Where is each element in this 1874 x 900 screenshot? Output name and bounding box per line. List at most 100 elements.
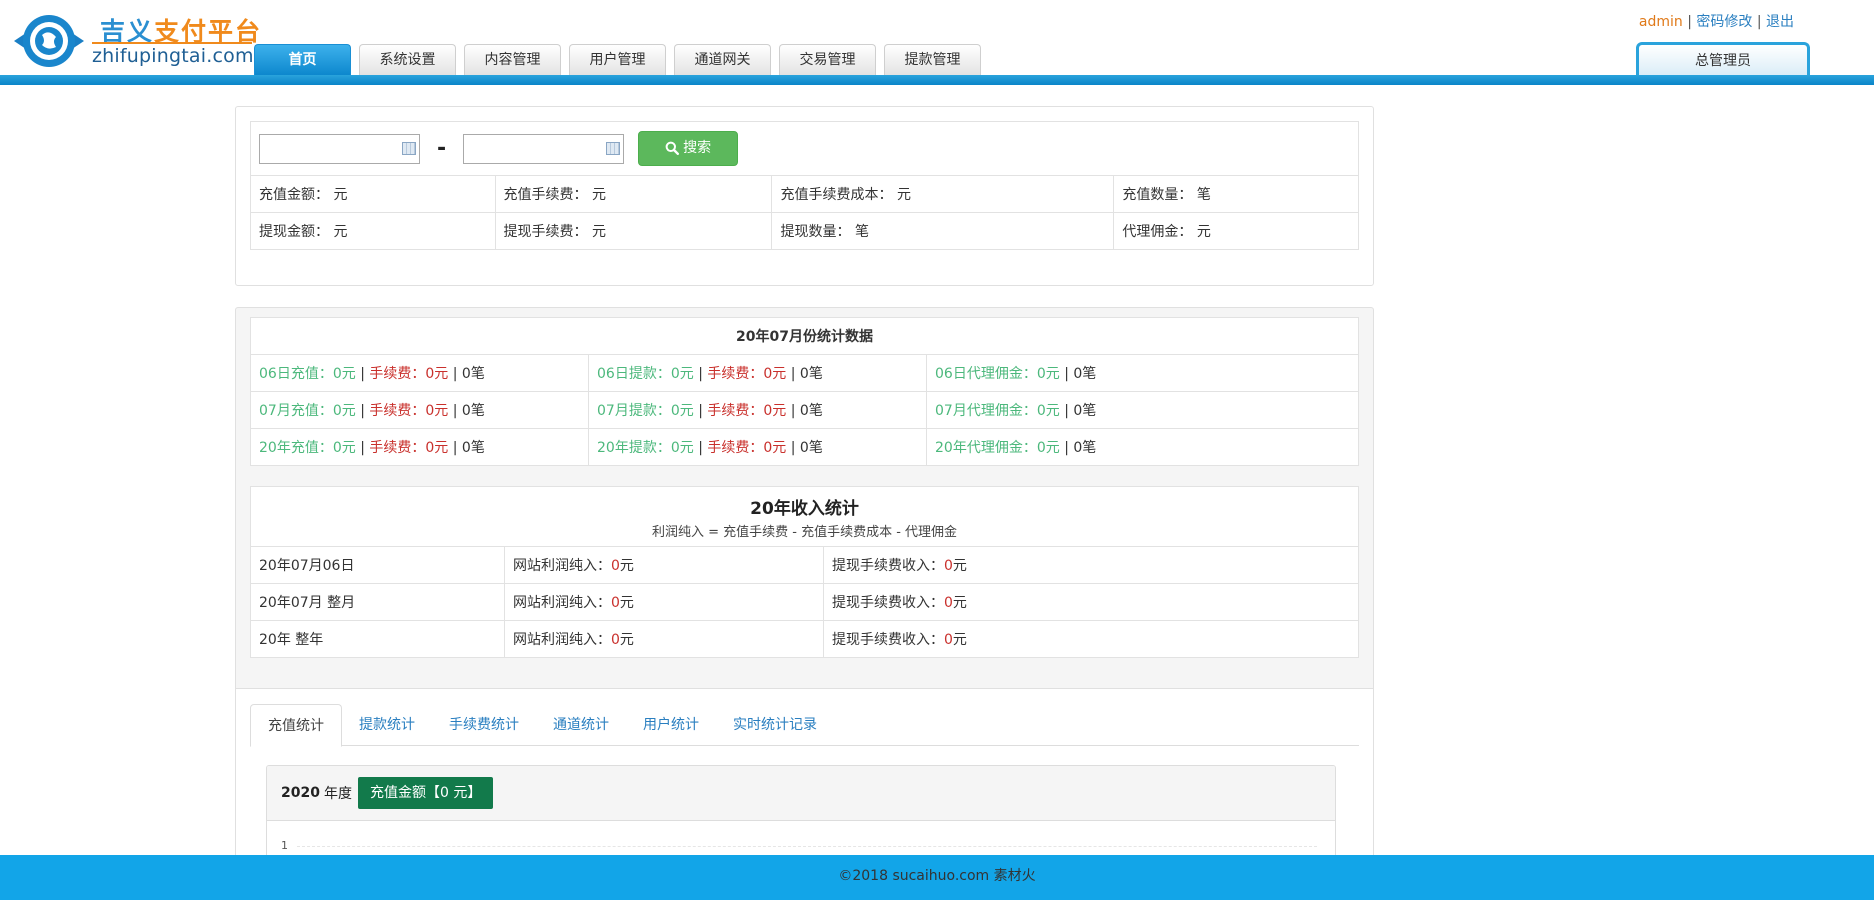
y-axis-tick: 1 [281, 839, 288, 852]
count-value: 0笔 [461, 366, 485, 382]
brand-url: zhifupingtai.com [92, 42, 253, 67]
summary-unit: 元 [333, 224, 348, 240]
top-links: admin | 密码修改 | 退出 [1639, 11, 1794, 31]
income-stats-table: 20年收入统计 利润纯入 = 充值手续费 - 充值手续费成本 - 代理佣金 20… [250, 486, 1359, 658]
separator: | [1682, 14, 1697, 30]
summary-label: 提现金额： [259, 224, 329, 240]
count-value: 0笔 [461, 403, 485, 419]
search-bar: - 搜索 [250, 121, 1359, 176]
logo-emblem-icon [14, 15, 84, 67]
stat-tab[interactable]: 用户统计 [626, 704, 716, 746]
recharge-amount-button[interactable]: 充值金额【0 元】 [357, 777, 494, 809]
calendar-icon[interactable] [606, 141, 621, 155]
withdraw-label: 06日提款： [597, 366, 671, 382]
income-row: 20年07月 整月 网站利润纯入：0元 提现手续费收入：0元 [250, 583, 1359, 621]
stat-tab[interactable]: 实时统计记录 [716, 704, 834, 746]
stat-tab[interactable]: 通道统计 [536, 704, 626, 746]
monthly-stats-cell: 20年充值：0元 | 手续费：0元 | 0笔 [250, 428, 589, 466]
monthly-stats-cell: 07月代理佣金：0元 | 0笔 [926, 391, 1359, 429]
nav-tab[interactable]: 首页 [254, 44, 351, 76]
monthly-stats-row: 07月充值：0元 | 手续费：0元 | 0笔 07月提款：0元 | 手续费：0元 … [250, 391, 1359, 429]
nav-tab[interactable]: 用户管理 [569, 44, 666, 75]
income-profit-cell: 网站利润纯入：0元 [504, 583, 824, 621]
profit-unit: 元 [619, 558, 634, 574]
count-value: 0笔 [1073, 440, 1097, 456]
fee-value: 0元 [425, 403, 449, 419]
chart-header: 2020 年度 充值金额【0 元】 [267, 766, 1335, 821]
count-value: 0笔 [799, 440, 823, 456]
change-password-link[interactable]: 密码修改 [1696, 14, 1752, 30]
income-profit-cell: 网站利润纯入：0元 [504, 546, 824, 584]
income-row: 20年 整年 网站利润纯入：0元 提现手续费收入：0元 [250, 620, 1359, 658]
date-range-dash: - [437, 136, 447, 161]
profit-label: 网站利润纯入： [513, 595, 611, 611]
summary-table: - 搜索 充值金额： 元充值手续费： 元充值手续费成本： 元充值数量： 笔提现金… [250, 121, 1359, 250]
summary-unit: 元 [1196, 224, 1211, 240]
summary-unit: 元 [591, 187, 606, 203]
withdraw-value: 0元 [670, 440, 694, 456]
profit-label: 网站利润纯入： [513, 632, 611, 648]
search-icon [665, 141, 680, 156]
header: 吉义支付平台 zhifupingtai.com 首页 系统设置 内容管理 用户管理 通道… [0, 0, 1874, 85]
fee-label: 手续费： [707, 440, 764, 456]
summary-unit: 元 [896, 187, 911, 203]
withdraw-value: 0元 [670, 403, 694, 419]
fee-income-label: 提现手续费收入： [832, 632, 944, 648]
fee-income-label: 提现手续费收入： [832, 595, 944, 611]
income-title: 20年收入统计 [750, 498, 859, 519]
profit-value: 0 [611, 632, 620, 648]
income-fee-cell: 提现手续费收入：0元 [823, 620, 1359, 658]
summary-cell: 充值手续费成本： 元 [771, 175, 1115, 213]
income-header: 20年收入统计 利润纯入 = 充值手续费 - 充值手续费成本 - 代理佣金 [250, 486, 1359, 547]
fee-income-unit: 元 [952, 595, 967, 611]
summary-cell: 代理佣金： 元 [1113, 212, 1359, 250]
commission-value: 0元 [1036, 366, 1060, 382]
count-value: 0笔 [461, 440, 485, 456]
fee-value: 0元 [763, 440, 787, 456]
nav-tab[interactable]: 内容管理 [464, 44, 561, 75]
fee-income-unit: 元 [952, 632, 967, 648]
summary-cell: 提现数量： 笔 [771, 212, 1115, 250]
monthly-stats-cell: 20年代理佣金：0元 | 0笔 [926, 428, 1359, 466]
monthly-stats-cell: 07月充值：0元 | 手续费：0元 | 0笔 [250, 391, 589, 429]
calendar-icon[interactable] [402, 141, 416, 155]
commission-label: 06日代理佣金： [935, 366, 1037, 382]
summary-label: 提现手续费： [503, 224, 588, 240]
summary-cell: 充值数量： 笔 [1113, 175, 1359, 213]
nav-tab[interactable]: 通道网关 [674, 44, 771, 75]
stat-tab[interactable]: 手续费统计 [432, 704, 536, 746]
stat-tab[interactable]: 提款统计 [342, 704, 432, 746]
current-user-link[interactable]: admin [1639, 14, 1683, 30]
fee-income-unit: 元 [952, 558, 967, 574]
logo[interactable]: 吉义支付平台 zhifupingtai.com [8, 8, 260, 72]
header-blue-bar [0, 75, 1874, 85]
role-tab[interactable]: 总管理员 [1636, 42, 1810, 77]
count-value: 0笔 [799, 403, 823, 419]
fee-income-value: 0 [944, 632, 953, 648]
monthly-stats-table: 20年07月份统计数据 06日充值：0元 | 手续费：0元 | 0笔 06日提款：… [250, 317, 1359, 466]
commission-label: 20年代理佣金： [935, 440, 1037, 456]
stat-tab[interactable]: 充值统计 [250, 704, 342, 747]
income-row: 20年07月06日 网站利润纯入：0元 提现手续费收入：0元 [250, 546, 1359, 584]
fee-label: 手续费： [707, 403, 764, 419]
nav-tab[interactable]: 提款管理 [884, 44, 981, 75]
commission-value: 0元 [1036, 440, 1060, 456]
income-period: 20年07月 整月 [250, 583, 505, 621]
income-fee-cell: 提现手续费收入：0元 [823, 546, 1359, 584]
start-date-input[interactable] [259, 133, 420, 164]
summary-label: 充值手续费： [503, 187, 588, 203]
logout-link[interactable]: 退出 [1766, 14, 1794, 30]
search-button[interactable]: 搜索 [638, 131, 739, 166]
search-panel: - 搜索 充值金额： 元充值手续费： 元充值手续费成本： 元充值数量： 笔提现金… [235, 106, 1374, 286]
chart-year: 2020 [281, 785, 320, 801]
end-date-input[interactable] [463, 133, 625, 164]
profit-value: 0 [611, 558, 620, 574]
chart-gridline [297, 846, 1317, 847]
nav-tab[interactable]: 系统设置 [359, 44, 456, 75]
recharge-value: 0元 [332, 403, 356, 419]
fee-label: 手续费： [369, 366, 426, 382]
nav-tab[interactable]: 交易管理 [779, 44, 876, 75]
fee-label: 手续费： [369, 403, 426, 419]
income-period: 20年07月06日 [250, 546, 505, 584]
summary-label: 充值数量： [1122, 187, 1193, 203]
